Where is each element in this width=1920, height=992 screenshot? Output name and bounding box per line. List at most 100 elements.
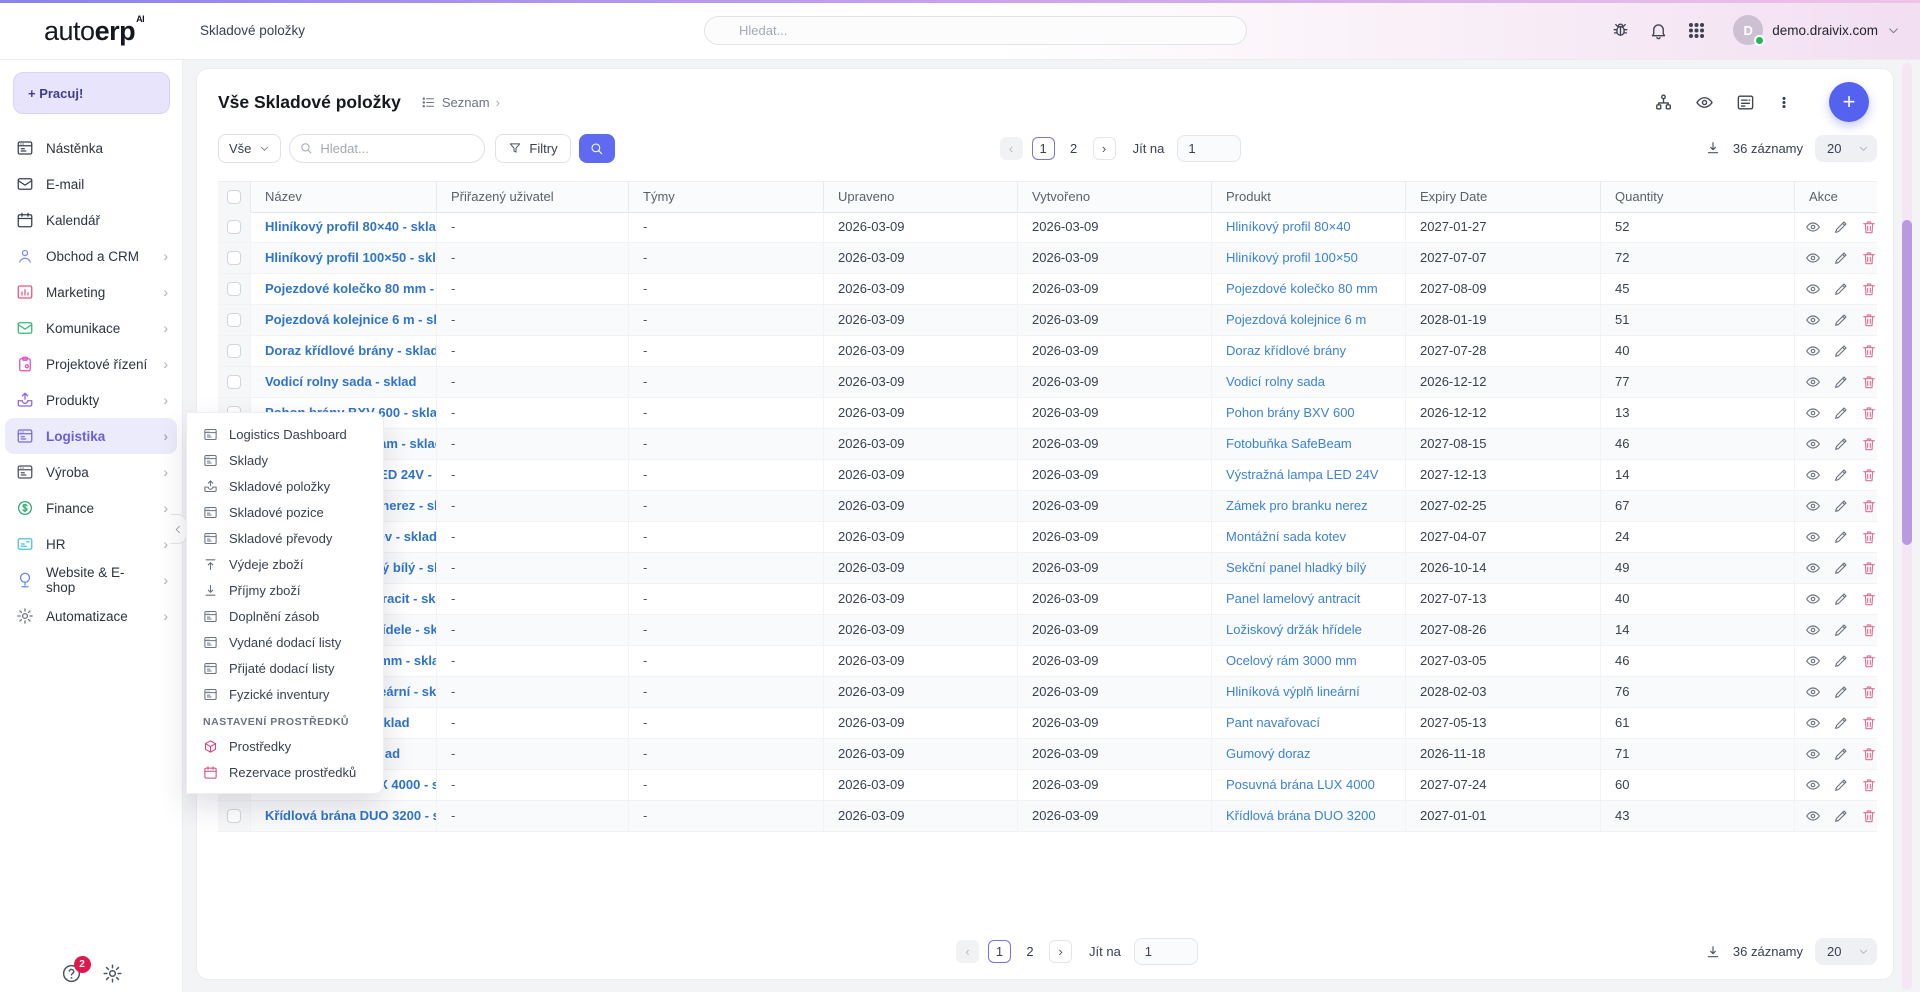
edit-icon[interactable] — [1833, 281, 1849, 297]
submenu-item-doplneni-zasob[interactable]: Doplnění zásob — [187, 603, 383, 629]
product-link[interactable]: Panel lamelový antracit — [1226, 591, 1360, 606]
delete-icon[interactable] — [1861, 715, 1877, 731]
row-checkbox[interactable] — [227, 220, 241, 234]
item-name-link[interactable]: Křídlová brána DUO 3200 - sklad — [265, 808, 437, 823]
scrollbar-thumb[interactable] — [1902, 220, 1912, 545]
view-selector[interactable]: Seznam › — [421, 95, 500, 110]
sidebar-item-komunikace[interactable]: Komunikace › — [0, 310, 182, 346]
row-checkbox[interactable] — [227, 344, 241, 358]
work-cta-button[interactable]: + Pracuj! — [13, 72, 170, 114]
delete-icon[interactable] — [1861, 467, 1877, 483]
view-icon[interactable] — [1805, 653, 1821, 669]
edit-icon[interactable] — [1833, 436, 1849, 452]
view-icon[interactable] — [1805, 343, 1821, 359]
sidebar-item-e-mail[interactable]: E-mail › — [0, 166, 182, 202]
item-name-link[interactable]: Doraz křídlové brány - sklad — [265, 343, 437, 358]
sidebar-item-produkty[interactable]: Produkty › — [0, 382, 182, 418]
product-link[interactable]: Montážní sada kotev — [1226, 529, 1346, 544]
sidebar-item-obchod-a-crm[interactable]: Obchod a CRM › — [0, 238, 182, 274]
row-checkbox[interactable] — [227, 251, 241, 265]
sidebar-item-finance[interactable]: Finance › — [0, 490, 182, 526]
page-button-2[interactable]: 2 — [1020, 944, 1040, 959]
delete-icon[interactable] — [1861, 653, 1877, 669]
delete-icon[interactable] — [1861, 808, 1877, 824]
submenu-item-prostredky[interactable]: Prostředky — [187, 733, 383, 759]
item-name-link[interactable]: Pojezdové kolečko 80 mm - sklad — [265, 281, 437, 296]
product-link[interactable]: Pojezdová kolejnice 6 m — [1226, 312, 1366, 327]
product-link[interactable]: Křídlová brána DUO 3200 — [1226, 808, 1376, 823]
edit-icon[interactable] — [1833, 343, 1849, 359]
submenu-item-skladove-pozice[interactable]: Skladové pozice — [187, 499, 383, 525]
row-checkbox[interactable] — [227, 313, 241, 327]
product-link[interactable]: Zámek pro branku nerez — [1226, 498, 1368, 513]
product-link[interactable]: Doraz křídlové brány — [1226, 343, 1346, 358]
view-icon[interactable] — [1805, 622, 1821, 638]
product-link[interactable]: Pant navařovací — [1226, 715, 1320, 730]
product-link[interactable]: Pojezdové kolečko 80 mm — [1226, 281, 1378, 296]
delete-icon[interactable] — [1861, 746, 1877, 762]
product-link[interactable]: Vodicí rolny sada — [1226, 374, 1325, 389]
page-button-1[interactable]: 1 — [988, 940, 1011, 963]
product-link[interactable]: Ložiskový držák hřídele — [1226, 622, 1362, 637]
download-icon[interactable] — [1705, 944, 1721, 960]
hierarchy-view-icon[interactable] — [1654, 93, 1673, 112]
submenu-item-fyzicke-inventury[interactable]: Fyzické inventury — [187, 681, 383, 707]
submenu-item-skladove-prevody[interactable]: Skladové převody — [187, 525, 383, 551]
edit-icon[interactable] — [1833, 746, 1849, 762]
view-icon[interactable] — [1805, 405, 1821, 421]
view-icon[interactable] — [1805, 560, 1821, 576]
filters-button[interactable]: Filtry — [495, 134, 570, 163]
item-name-link[interactable]: Hliníkový profil 100×50 - sklad — [265, 250, 437, 265]
view-icon[interactable] — [1805, 715, 1821, 731]
delete-icon[interactable] — [1861, 312, 1877, 328]
sidebar-item-logistika[interactable]: Logistika › — [5, 418, 177, 454]
view-icon[interactable] — [1805, 529, 1821, 545]
product-link[interactable]: Hliníková výplň lineární — [1226, 684, 1360, 699]
edit-icon[interactable] — [1833, 498, 1849, 514]
sidebar-item-projektove-rizeni[interactable]: Projektové řízení › — [0, 346, 182, 382]
view-icon[interactable] — [1805, 591, 1821, 607]
select-all-checkbox[interactable] — [227, 190, 241, 204]
delete-icon[interactable] — [1861, 560, 1877, 576]
delete-icon[interactable] — [1861, 250, 1877, 266]
sidebar-item-automatizace[interactable]: Automatizace › — [0, 598, 182, 634]
submenu-item-skladove-polozky[interactable]: Skladové položky — [187, 473, 383, 499]
table-search-input[interactable] — [289, 134, 485, 163]
delete-icon[interactable] — [1861, 498, 1877, 514]
view-icon[interactable] — [1805, 281, 1821, 297]
sidebar-item-marketing[interactable]: Marketing › — [0, 274, 182, 310]
view-icon[interactable] — [1805, 746, 1821, 762]
view-icon[interactable] — [1805, 250, 1821, 266]
edit-icon[interactable] — [1833, 684, 1849, 700]
submenu-item-vydane-dodaci-listy[interactable]: Vydané dodací listy — [187, 629, 383, 655]
next-page-button[interactable]: › — [1049, 940, 1072, 963]
sidebar-item-nastenka[interactable]: Nástěnka › — [0, 130, 182, 166]
row-checkbox[interactable] — [227, 282, 241, 296]
next-page-button[interactable]: › — [1093, 137, 1116, 160]
download-icon[interactable] — [1705, 140, 1721, 156]
delete-icon[interactable] — [1861, 436, 1877, 452]
edit-icon[interactable] — [1833, 374, 1849, 390]
add-record-button[interactable]: + — [1829, 82, 1869, 122]
delete-icon[interactable] — [1861, 591, 1877, 607]
submenu-item-logistics-dashboard[interactable]: Logistics Dashboard — [187, 421, 383, 447]
settings-gear-icon[interactable] — [102, 963, 123, 984]
delete-icon[interactable] — [1861, 622, 1877, 638]
goto-page-input[interactable] — [1177, 135, 1241, 162]
prev-page-button[interactable]: ‹ — [956, 940, 979, 963]
row-checkbox[interactable] — [227, 375, 241, 389]
product-link[interactable]: Gumový doraz — [1226, 746, 1311, 761]
view-icon[interactable] — [1805, 219, 1821, 235]
edit-icon[interactable] — [1833, 250, 1849, 266]
edit-icon[interactable] — [1833, 777, 1849, 793]
scope-select[interactable]: Vše — [218, 134, 281, 163]
goto-page-input[interactable] — [1134, 938, 1198, 965]
delete-icon[interactable] — [1861, 684, 1877, 700]
edit-icon[interactable] — [1833, 808, 1849, 824]
edit-icon[interactable] — [1833, 591, 1849, 607]
delete-icon[interactable] — [1861, 281, 1877, 297]
product-link[interactable]: Fotobuňka SafeBeam — [1226, 436, 1352, 451]
view-icon[interactable] — [1805, 467, 1821, 483]
sidebar-collapse-handle[interactable] — [170, 514, 187, 544]
edit-icon[interactable] — [1833, 622, 1849, 638]
